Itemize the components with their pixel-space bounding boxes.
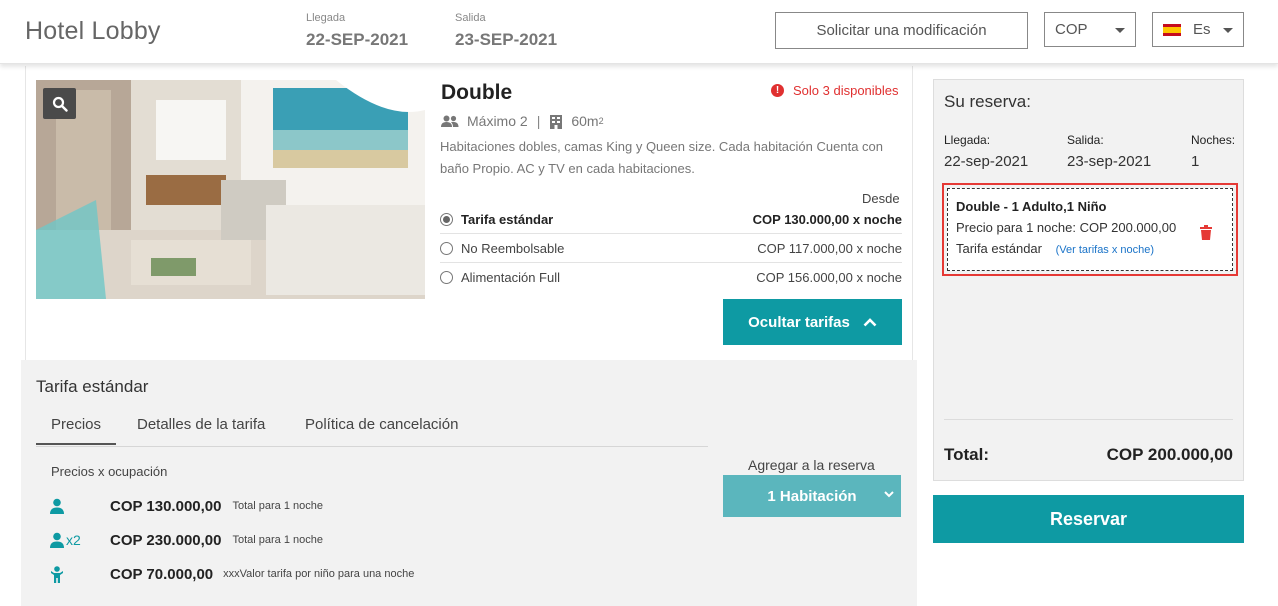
max-guests: Máximo 2 [467, 113, 528, 129]
room-quantity-select[interactable]: 1 Habitación [723, 475, 901, 517]
summary-checkin-value: 22-sep-2021 [944, 153, 1029, 170]
occupancy-row: x2 COP 230.000,00 Total para 1 noche [50, 529, 323, 551]
hide-rates-label: Ocultar tarifas [748, 313, 850, 331]
building-icon [550, 114, 563, 129]
booked-rate-name: Tarifa estándar [956, 241, 1042, 256]
checkout-value: 23-SEP-2021 [455, 30, 558, 49]
rate-option-standard[interactable]: Tarifa estándar COP 130.000,00 x noche [440, 205, 902, 234]
header-checkin: Llegada 22-SEP-2021 [306, 12, 408, 50]
room-size-sup: 2 [598, 116, 604, 126]
summary-checkout: Salida: 23-sep-2021 [1067, 133, 1151, 170]
total-label: Total: [944, 445, 990, 464]
brand-title: Hotel Lobby [25, 17, 161, 45]
rate-option-full-board[interactable]: Alimentación Full COP 156.000,00 x noche [440, 263, 902, 292]
rate-name: No Reembolsable [461, 240, 565, 256]
hide-rates-button[interactable]: Ocultar tarifas [723, 299, 902, 345]
rate-name: Tarifa estándar [461, 211, 554, 227]
checkin-label: Llegada [306, 12, 346, 24]
occupancy-amount: COP 230.000,00 [110, 531, 222, 549]
rate-tabs: Precios Detalles de la tarifa Política d… [36, 406, 708, 447]
chevron-down-icon [1223, 28, 1233, 33]
room-description: Habitaciones dobles, camas King y Queen … [440, 139, 883, 176]
summary-checkin: Llegada: 22-sep-2021 [944, 133, 1028, 170]
alert-icon: ! [771, 84, 784, 97]
booked-room-title: Double - 1 Adulto,1 Niño [956, 199, 1107, 214]
chevron-up-icon [863, 317, 877, 326]
occupancy-amount: COP 130.000,00 [110, 497, 222, 515]
booked-room-item: Double - 1 Adulto,1 Niño Precio para 1 n… [942, 183, 1238, 276]
occupancy-multiplier: x2 [66, 532, 81, 548]
occupancy-row: COP 130.000,00 Total para 1 noche [50, 495, 323, 517]
availability-text: Solo 3 disponibles [793, 83, 899, 98]
room-photo-illustration [36, 80, 425, 299]
radio[interactable] [440, 271, 453, 284]
from-label: Desde [862, 191, 900, 206]
occupancy-label: Precios x ocupación [51, 464, 168, 479]
summary-nights-value: 1 [1191, 153, 1200, 170]
room-features: Máximo 2 | 60m 2 [441, 113, 604, 129]
radio[interactable] [440, 241, 453, 255]
language-value: Es [1193, 21, 1211, 38]
zoom-button[interactable] [43, 88, 76, 119]
separator: | [536, 113, 541, 129]
booked-room-price: Precio para 1 noche: COP 200.000,00 [956, 220, 1177, 235]
availability-alert: ! Solo 3 disponibles [771, 83, 899, 98]
child-icon [50, 565, 110, 583]
summary-checkout-value: 23-sep-2021 [1067, 153, 1152, 170]
currency-value: COP [1055, 21, 1088, 38]
room-quantity-value: 1 Habitación [767, 487, 857, 505]
summary-checkin-label: Llegada: [944, 133, 991, 147]
currency-select[interactable]: COP [1044, 12, 1136, 47]
reservation-summary: Su reserva: Llegada: 22-sep-2021 Salida:… [933, 79, 1244, 481]
tab-prices[interactable]: Precios [36, 416, 117, 445]
people-icon [441, 115, 459, 127]
header-checkout: Salida 23-SEP-2021 [455, 12, 557, 50]
occupancy-note: Total para 1 noche [232, 500, 323, 512]
request-modification-button[interactable]: Solicitar una modificación [775, 12, 1028, 49]
add-to-reservation-label: Agregar a la reserva [748, 457, 875, 473]
rate-price: COP 156.000,00 x noche [756, 270, 902, 285]
occupancy-note: xxxValor tarifa por niño para una noche [223, 568, 415, 580]
rate-price: COP 130.000,00 x noche [752, 211, 902, 227]
chevron-down-icon [884, 491, 894, 498]
tab-cancellation-policy[interactable]: Política de cancelación [305, 416, 458, 433]
reservation-title: Su reserva: [944, 92, 1031, 111]
language-select[interactable]: Es [1152, 12, 1244, 47]
rate-option-non-refundable[interactable]: No Reembolsable COP 117.000,00 x noche [440, 234, 902, 263]
person-icon [50, 498, 110, 514]
person-icon: x2 [50, 532, 110, 548]
chevron-down-icon [1115, 28, 1125, 33]
booked-room-rate: Tarifa estándar (Ver tarifas x noche) [956, 241, 1232, 256]
occupancy-row: COP 70.000,00 xxxValor tarifa por niño p… [50, 563, 414, 585]
summary-nights-label: Noches: [1191, 133, 1236, 147]
spain-flag-icon [1163, 23, 1181, 36]
rate-price: COP 117.000,00 x noche [757, 240, 902, 256]
radio-selected[interactable] [440, 212, 453, 226]
room-photo[interactable] [36, 80, 425, 299]
room-title: Double [441, 81, 513, 104]
view-nightly-rates-link[interactable]: (Ver tarifas x noche) [1056, 244, 1154, 256]
booked-room-details: Double - 1 Adulto,1 Niño Precio para 1 n… [947, 188, 1233, 271]
top-header: Hotel Lobby Llegada 22-SEP-2021 Salida 2… [0, 0, 1278, 64]
occupancy-amount: COP 70.000,00 [110, 565, 214, 583]
tab-rate-details[interactable]: Detalles de la tarifa [137, 416, 265, 433]
summary-nights: Noches: 1 [1191, 133, 1235, 170]
checkout-label: Salida [455, 12, 486, 24]
summary-divider [944, 419, 1233, 420]
summary-checkout-label: Salida: [1067, 133, 1104, 147]
reserve-button[interactable]: Reservar [933, 495, 1244, 543]
trash-icon[interactable] [1200, 225, 1212, 240]
rate-name: Alimentación Full [461, 270, 560, 285]
rate-detail-panel: Tarifa estándar Precios Detalles de la t… [21, 360, 917, 606]
occupancy-note: Total para 1 noche [232, 534, 323, 546]
checkin-value: 22-SEP-2021 [306, 30, 409, 49]
room-size: 60m [571, 113, 599, 129]
search-icon [52, 96, 68, 112]
rate-detail-title: Tarifa estándar [36, 377, 149, 396]
total-value: COP 200.000,00 [1106, 445, 1233, 464]
